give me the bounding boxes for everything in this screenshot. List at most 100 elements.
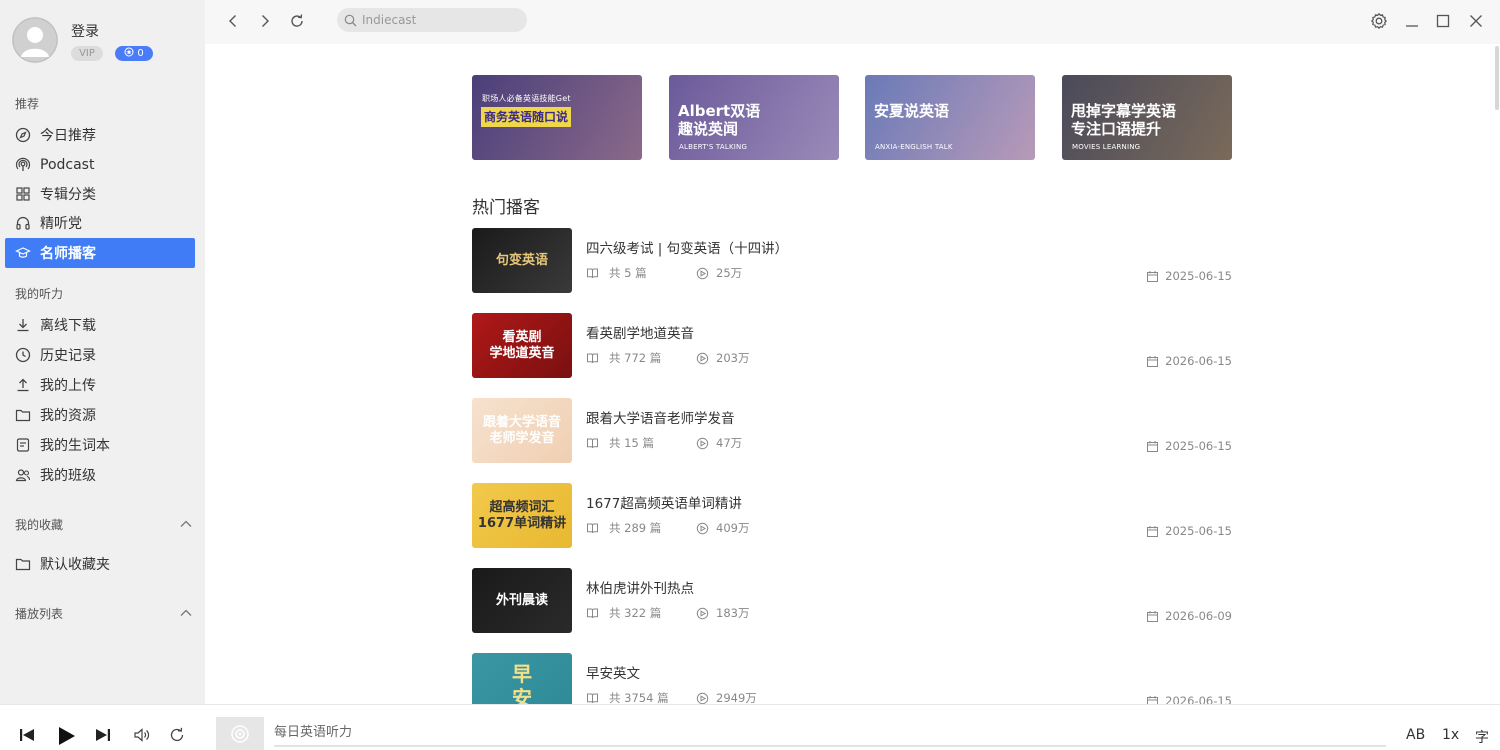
chevron-up-icon[interactable]	[178, 516, 194, 532]
sidebar-item-offline-download[interactable]: 离线下载	[5, 310, 195, 340]
scrollbar[interactable]	[1495, 46, 1499, 110]
subtitle-button[interactable]: 字	[1475, 727, 1489, 747]
podcast-title[interactable]: 四六级考试 | 句变英语（十四讲）	[586, 237, 788, 257]
sidebar-item-my-resources[interactable]: 我的资源	[5, 400, 195, 430]
chevron-up-icon[interactable]	[178, 605, 194, 621]
podcast-row[interactable]: 外刊晨读 林伯虎讲外刊热点共 322 篇 183万 2026-06-09	[472, 568, 1232, 634]
section-title-favorites: 我的收藏	[15, 518, 64, 532]
sidebar-item-label: 名师播客	[40, 246, 96, 262]
podcast-row[interactable]: 早 安 早安英文共 3754 篇 2949万 2026-06-15	[472, 653, 1232, 704]
podcast-meta: 共 3754 篇 2949万	[586, 690, 757, 704]
top-bar	[205, 0, 1500, 44]
podcast-row[interactable]: 超高频词汇 1677单词精讲 1677超高频英语单词精讲共 289 篇 409万 20…	[472, 483, 1232, 549]
banner-title: 甩掉字幕学英语 专注口语提升	[1071, 102, 1177, 138]
volume-button[interactable]	[132, 725, 152, 745]
episode-count: 共 3754 篇	[586, 690, 669, 704]
podcast-thumbnail[interactable]: 超高频词汇 1677单词精讲	[472, 483, 572, 548]
banner-card[interactable]: Albert双语 趣说英闻 ALBERT'S TALKING	[669, 75, 839, 160]
podcast-row[interactable]: 跟着大学语音 老师学发音 跟着大学语音老师学发音共 15 篇 47万 2025-06-…	[472, 398, 1232, 464]
notebook-icon	[15, 437, 31, 453]
settings-button[interactable]	[1368, 10, 1390, 32]
login-link[interactable]: 登录	[71, 21, 99, 41]
thumbnail-text: 外刊晨读	[495, 592, 548, 608]
podcast-row[interactable]: 看英剧 学地道英音 看英剧学地道英音共 772 篇 203万 2026-06-15	[472, 313, 1232, 379]
calendar-icon	[1147, 270, 1159, 282]
close-button[interactable]	[1465, 10, 1487, 32]
banner-card[interactable]: 甩掉字幕学英语 专注口语提升 MOVIES LEARNING	[1062, 75, 1232, 160]
banner-card[interactable]: 安夏说英语 ANXIA-ENGLISH TALK	[865, 75, 1035, 160]
banner-title: 安夏说英语	[874, 102, 950, 120]
avatar[interactable]	[12, 17, 58, 63]
coin-badge[interactable]: 0	[115, 46, 153, 61]
forward-button[interactable]	[254, 10, 276, 32]
sidebar-item-teacher-podcast[interactable]: 名师播客	[5, 238, 195, 268]
podcast-thumbnail[interactable]: 早 安	[472, 653, 572, 704]
vip-badge[interactable]: VIP	[71, 46, 103, 61]
sidebar-item-podcast[interactable]: Podcast	[5, 150, 195, 180]
podcast-date: 2026-06-15	[1146, 694, 1232, 704]
refresh-button[interactable]	[286, 10, 308, 32]
play-count-text: 183万	[716, 606, 750, 620]
minimize-icon	[1406, 25, 1418, 27]
folder-icon	[15, 407, 31, 423]
sidebar-item-album-category[interactable]: 专辑分类	[5, 179, 195, 209]
sidebar-item-intensive-listening[interactable]: 精听党	[5, 208, 195, 238]
episode-count: 共 322 篇	[586, 605, 661, 621]
calendar-icon	[1147, 695, 1159, 704]
podcast-title[interactable]: 看英剧学地道英音	[586, 322, 694, 342]
play-button[interactable]	[54, 724, 78, 748]
gear-icon	[1370, 12, 1388, 30]
podcast-thumbnail[interactable]: 外刊晨读	[472, 568, 572, 633]
sidebar-item-label: 我的班级	[40, 468, 96, 484]
podcast-title[interactable]: 跟着大学语音老师学发音	[586, 407, 735, 427]
sidebar-item-my-uploads[interactable]: 我的上传	[5, 370, 195, 400]
podcast-thumbnail[interactable]: 看英剧 学地道英音	[472, 313, 572, 378]
sidebar-item-today[interactable]: 今日推荐	[5, 120, 195, 150]
banner-subtitle: 职场人必备英语技能Get	[482, 94, 571, 103]
search-box[interactable]	[337, 8, 527, 32]
episode-count: 共 772 篇	[586, 350, 661, 366]
sidebar-item-label: 我的上传	[40, 378, 96, 394]
play-count-text: 2949万	[716, 691, 757, 704]
podcast-date: 2026-06-09	[1146, 609, 1232, 623]
calendar-icon	[1147, 525, 1159, 537]
podcast-title[interactable]: 早安英文	[586, 662, 640, 682]
sidebar-item-my-class[interactable]: 我的班级	[5, 460, 195, 490]
sidebar-item-vocabulary-book[interactable]: 我的生词本	[5, 430, 195, 460]
sidebar-item-history[interactable]: 历史记录	[5, 340, 195, 370]
podcast-date: 2025-06-15	[1146, 524, 1232, 538]
podcast-meta: 共 5 篇 25万	[586, 265, 742, 281]
search-input[interactable]	[362, 13, 512, 27]
podcast-row[interactable]: 句变英语 四六级考试 | 句变英语（十四讲） 共 5 篇 25万 2025-06-15	[472, 228, 1232, 294]
podcast-title[interactable]: 林伯虎讲外刊热点	[586, 577, 694, 597]
banner-card[interactable]: 商务英语随口说 职场人必备英语技能Get	[472, 75, 642, 160]
track-cover[interactable]	[216, 717, 264, 750]
volume-icon	[134, 728, 150, 742]
play-count: 2949万	[696, 690, 757, 704]
sidebar-item-default-favorites[interactable]: 默认收藏夹	[5, 549, 195, 579]
next-button[interactable]	[93, 725, 113, 745]
progress-bar[interactable]	[274, 745, 1386, 747]
play-circle-icon	[696, 607, 709, 619]
podcast-meta: 共 289 篇 409万	[586, 520, 749, 536]
speed-button[interactable]: 1x	[1442, 727, 1459, 743]
play-count-text: 203万	[716, 351, 750, 365]
thumbnail-text: 看英剧 学地道英音	[489, 329, 555, 361]
minimize-button[interactable]	[1401, 10, 1423, 32]
book-icon	[587, 353, 598, 363]
maximize-button[interactable]	[1432, 10, 1454, 32]
banner-title: Albert双语 趣说英闻	[678, 102, 761, 138]
back-button[interactable]	[222, 10, 244, 32]
episode-count-text: 共 289 篇	[609, 521, 662, 535]
podcast-thumbnail[interactable]: 句变英语	[472, 228, 572, 293]
banner-subtitle: ALBERT'S TALKING	[679, 143, 748, 151]
episode-count-text: 共 15 篇	[609, 436, 654, 450]
repeat-button[interactable]	[167, 725, 187, 745]
podcast-thumbnail[interactable]: 跟着大学语音 老师学发音	[472, 398, 572, 463]
previous-button[interactable]	[17, 725, 37, 745]
headphones-icon	[15, 215, 31, 231]
podcast-title[interactable]: 1677超高频英语单词精讲	[586, 492, 742, 512]
skip-previous-icon	[20, 729, 34, 741]
ab-repeat-button[interactable]: AB	[1406, 727, 1425, 743]
banner-subtitle: ANXIA-ENGLISH TALK	[875, 143, 953, 151]
